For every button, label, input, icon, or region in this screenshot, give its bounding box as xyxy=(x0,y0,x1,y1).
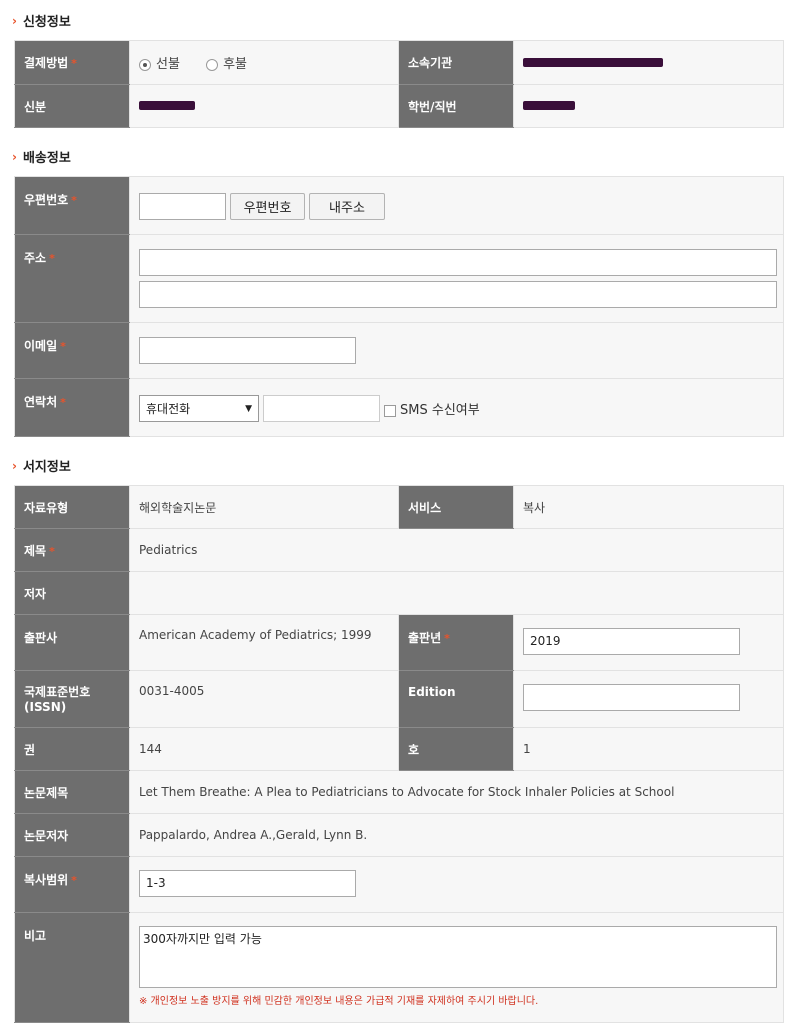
bibliographic-info-table: 자료유형 해외학술지논문 서비스 복사 제목 * Pediatrics 저자 출판… xyxy=(14,485,784,1023)
redacted-value xyxy=(523,101,575,110)
issn-value: 0031-4005 xyxy=(129,670,399,728)
copy-range-input[interactable]: 1-3 xyxy=(139,870,356,897)
volume-value: 144 xyxy=(129,727,399,771)
status-value xyxy=(129,84,399,128)
radio-unselected-icon[interactable] xyxy=(206,58,219,71)
edition-label: Edition xyxy=(398,670,514,728)
phone-input[interactable] xyxy=(263,395,380,422)
copy-range-label: 복사범위 * xyxy=(14,856,130,913)
payment-method-label: 결제방법 * xyxy=(14,40,130,85)
pub-year-cell: 2019 xyxy=(513,614,784,671)
title-label: 제목 * xyxy=(14,528,130,572)
material-type-value: 해외학술지논문 xyxy=(129,485,399,529)
radio-selected-icon[interactable] xyxy=(139,58,151,71)
service-value: 복사 xyxy=(513,485,784,529)
pub-year-label: 출판년 * xyxy=(398,614,514,671)
section-title-book-text: 서지정보 xyxy=(22,460,71,475)
status-label: 신분 xyxy=(14,84,130,128)
payment-method-options: 선불 후불 xyxy=(129,40,399,85)
redacted-value xyxy=(139,101,195,110)
memo-cell: 300자까지만 입력 가능 ※ 개인정보 노출 방지를 위해 민감한 개인정보 … xyxy=(129,912,784,1023)
sms-consent[interactable]: SMS 수신여부 xyxy=(384,399,480,418)
pub-year-input[interactable]: 2019 xyxy=(523,628,740,655)
my-address-button[interactable]: 내주소 xyxy=(309,193,385,220)
issue-value: 1 xyxy=(513,727,784,771)
zip-label: 우편번호 * xyxy=(14,176,130,235)
copy-range-cell: 1-3 xyxy=(129,856,784,913)
dropdown-arrow-icon: ▼ xyxy=(245,403,252,414)
zip-input[interactable] xyxy=(139,193,226,220)
zip-row: 우편번호 내주소 xyxy=(129,176,784,235)
section-title-delivery: › 배송정보 xyxy=(12,147,71,167)
section-title-apply-text: 신청정보 xyxy=(22,15,71,30)
payment-option-postpaid[interactable]: 후불 xyxy=(206,57,247,72)
contact-label: 연락처 * xyxy=(14,378,130,437)
article-title-label: 논문제목 xyxy=(14,770,130,814)
article-author-label: 논문저자 xyxy=(14,813,130,857)
email-input[interactable] xyxy=(139,337,356,364)
title-value: Pediatrics xyxy=(129,528,784,572)
address-line1-input[interactable] xyxy=(139,249,777,276)
service-label: 서비스 xyxy=(398,485,514,529)
article-author-value: Pappalardo, Andrea A.,Gerald, Lynn B. xyxy=(129,813,784,857)
edition-input[interactable] xyxy=(523,684,740,711)
student-id-value xyxy=(513,84,784,128)
memo-label: 비고 xyxy=(14,912,130,1023)
author-value xyxy=(129,571,784,615)
delivery-info-table: 우편번호 * 우편번호 내주소 주소 * 이메일 * 연락처 * 휴대전화 ▼ … xyxy=(14,176,784,437)
contact-row: 휴대전화 ▼ SMS 수신여부 xyxy=(129,378,784,437)
address-label: 주소 * xyxy=(14,234,130,323)
address-line2-input[interactable] xyxy=(139,281,777,308)
student-id-label: 학번/직번 xyxy=(398,84,514,128)
section-title-apply: › 신청정보 xyxy=(12,11,71,31)
affiliation-value xyxy=(513,40,784,85)
section-title-book: › 서지정보 xyxy=(12,456,71,476)
email-row xyxy=(129,322,784,379)
chevron-right-icon: › xyxy=(12,13,17,28)
checkbox-icon[interactable] xyxy=(384,404,396,417)
issn-label: 국제표준번호 (ISSN) xyxy=(14,670,130,728)
payment-option-prepaid[interactable]: 선불 xyxy=(139,57,184,72)
redacted-value xyxy=(523,57,663,67)
apply-info-table: 결제방법 * 선불 후불 소속기관 신분 학번/직번 xyxy=(14,40,784,128)
affiliation-label: 소속기관 xyxy=(398,40,514,85)
email-label: 이메일 * xyxy=(14,322,130,379)
issue-label: 호 xyxy=(398,727,514,771)
privacy-notice: ※ 개인정보 노출 방지를 위해 민감한 개인정보 내용은 가급적 기재를 자제… xyxy=(139,996,539,1007)
section-title-delivery-text: 배송정보 xyxy=(22,151,71,166)
material-type-label: 자료유형 xyxy=(14,485,130,529)
publisher-label: 출판사 xyxy=(14,614,130,671)
chevron-right-icon: › xyxy=(12,149,17,164)
chevron-right-icon: › xyxy=(12,458,17,473)
author-label: 저자 xyxy=(14,571,130,615)
publisher-value: American Academy of Pediatrics; 1999 xyxy=(129,614,399,671)
phone-type-select[interactable]: 휴대전화 ▼ xyxy=(139,395,259,422)
memo-textarea[interactable]: 300자까지만 입력 가능 xyxy=(139,926,777,988)
edition-cell xyxy=(513,670,784,728)
article-title-value: Let Them Breathe: A Plea to Pediatrician… xyxy=(129,770,784,814)
volume-label: 권 xyxy=(14,727,130,771)
zip-search-button[interactable]: 우편번호 xyxy=(230,193,305,220)
address-fields xyxy=(129,234,784,323)
